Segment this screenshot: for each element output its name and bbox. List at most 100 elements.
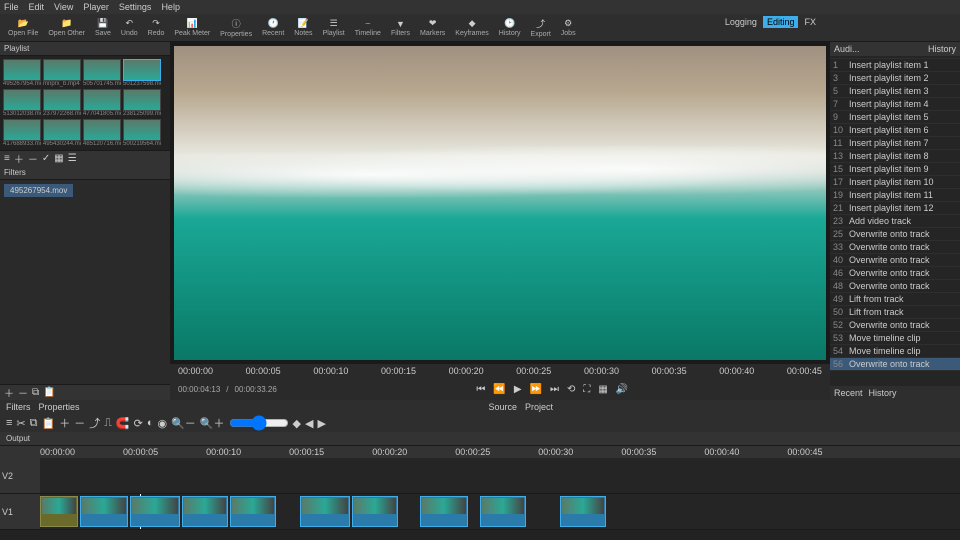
filter-remove-icon[interactable]: － [18,385,28,400]
menu-view[interactable]: View [54,2,73,12]
history-item[interactable]: 7Insert playlist item 4 [830,98,960,111]
track-body-v1[interactable] [40,494,960,529]
toolbar-jobs-button[interactable]: ⚙Jobs [557,17,580,38]
tab-filters[interactable]: Filters [6,402,31,412]
menu-file[interactable]: File [4,2,19,12]
playlist-thumb[interactable]: 501237598.mov [123,59,161,87]
track-header-v1[interactable]: V1 [0,494,40,529]
tl-cut-icon[interactable]: ✂ [16,417,25,430]
menu-settings[interactable]: Settings [119,2,152,12]
toolbar-playlist-button[interactable]: ☰Playlist [319,17,349,38]
playlist-thumb[interactable]: 513012038.mov [3,89,41,117]
tl-remove-icon[interactable]: － [74,415,85,431]
playlist-remove-icon[interactable]: － [28,151,38,166]
toolbar-notes-button[interactable]: 📝Notes [290,17,316,38]
preview-ruler[interactable]: 00:00:0000:00:0500:00:1000:00:1500:00:20… [170,364,830,378]
history-item[interactable]: 1Insert playlist item 1 [830,59,960,72]
timeline-clip[interactable] [480,496,526,527]
volume-icon[interactable]: 🔊 [616,384,628,395]
playlist-thumb[interactable]: mnprx_b.mp4 [43,59,81,87]
play-icon[interactable]: ▶ [514,384,522,395]
tl-copy-icon[interactable]: ⧉ [30,417,38,430]
history-item[interactable]: 52Overwrite onto track [830,319,960,332]
tl-snap-icon[interactable]: 🧲 [116,417,130,430]
skip-start-icon[interactable]: ⏮ [476,384,485,395]
history-item[interactable]: 25Overwrite onto track [830,228,960,241]
filter-add-icon[interactable]: ＋ [4,385,14,400]
playlist-grid-icon[interactable]: ▦ [54,153,63,164]
timeline-clip[interactable] [80,496,128,527]
playlist-thumb[interactable]: 495267954.mov [3,59,41,87]
playlist-thumb[interactable]: 238125099.mov [123,89,161,117]
playlist-thumb[interactable]: 505701745.mov [83,59,121,87]
playlist-thumb[interactable]: 485120716.mov [83,119,121,147]
history-item[interactable]: 3Insert playlist item 2 [830,72,960,85]
menu-player[interactable]: Player [83,2,109,12]
toolbar-open2-button[interactable]: 📁Open Other [44,17,89,38]
history-item[interactable]: 40Overwrite onto track [830,254,960,267]
grid-icon[interactable]: ▦ [598,384,607,395]
timeline-clip[interactable] [420,496,468,527]
toolbar-props-button[interactable]: ⓘProperties [216,16,256,39]
forward-icon[interactable]: ⏩ [530,384,542,395]
tab-history-bottom[interactable]: History [869,388,897,398]
menu-edit[interactable]: Edit [29,2,45,12]
timeline-clip[interactable] [560,496,606,527]
timeline-clip[interactable] [352,496,398,527]
toolbar-keyframes-button[interactable]: ◆Keyframes [451,17,492,38]
rewind-icon[interactable]: ⏪ [493,384,505,395]
tab-history[interactable]: History [924,42,960,56]
tl-zoom-out-icon[interactable]: 🔍－ [171,415,196,431]
history-item[interactable]: 17Insert playlist item 10 [830,176,960,189]
toolbar-save-button[interactable]: 💾Save [91,17,115,38]
timeline-clip[interactable] [130,496,180,527]
toolbar-redo-button[interactable]: ↷Redo [144,17,169,38]
tl-add-icon[interactable]: ＋ [59,415,70,431]
tl-zoom-in-icon[interactable]: 🔍＋ [200,415,225,431]
playlist-list-icon[interactable]: ☰ [68,153,77,164]
timeline-clip[interactable] [230,496,276,527]
tab-fx[interactable]: FX [800,16,820,28]
playlist-add-icon[interactable]: ＋ [14,151,24,166]
timeline-clip[interactable] [300,496,350,527]
playlist-check-icon[interactable]: ✓ [42,153,50,164]
history-item[interactable]: 15Insert playlist item 9 [830,163,960,176]
loop-icon[interactable]: ⟲ [567,384,575,395]
playlist-thumb[interactable]: 500219564.mov [123,119,161,147]
skip-end-icon[interactable]: ⏭ [550,384,559,395]
toolbar-timeline-button[interactable]: ⎯Timeline [351,17,385,38]
tab-editing[interactable]: Editing [763,16,799,28]
tl-split-icon[interactable]: ⎍ [104,417,112,430]
history-item[interactable]: 21Insert playlist item 12 [830,202,960,215]
filter-source-chip[interactable]: 495267954.mov [4,184,73,197]
track-body-v2[interactable] [40,458,960,493]
tab-recent[interactable]: Recent [834,388,863,398]
playlist-thumb[interactable]: 237972268.mov [43,89,81,117]
tab-audio[interactable]: Audi... [830,42,864,56]
history-item[interactable]: 50Lift from track [830,306,960,319]
tl-scrub-icon[interactable]: ⟳ [134,417,143,430]
history-item[interactable]: 53Move timeline clip [830,332,960,345]
history-item[interactable]: 11Insert playlist item 7 [830,137,960,150]
history-item[interactable]: 5Insert playlist item 3 [830,85,960,98]
tab-project[interactable]: Project [525,402,553,412]
toolbar-filters-button[interactable]: ▼Filters [387,18,414,38]
tl-prev-marker-icon[interactable]: ◀ [305,417,313,430]
history-item[interactable]: 23Add video track [830,215,960,228]
playlist-menu-icon[interactable]: ≡ [4,153,10,164]
history-item[interactable]: 9Insert playlist item 5 [830,111,960,124]
timecode-current[interactable]: 00:00:04:13 [178,385,220,394]
history-item[interactable]: 10Insert playlist item 6 [830,124,960,137]
history-item[interactable]: 13Insert playlist item 8 [830,150,960,163]
tl-menu-icon[interactable]: ≡ [6,417,12,429]
history-item[interactable]: 19Insert playlist item 11 [830,189,960,202]
timeline-ruler[interactable]: 00:00:0000:00:0500:00:1000:00:1500:00:20… [0,446,960,458]
filter-copy-icon[interactable]: ⧉ [32,387,39,398]
video-preview[interactable] [174,46,826,360]
tl-ripple-all-icon[interactable]: ◉ [157,417,167,430]
playlist-thumb[interactable]: 495430244.mov [43,119,81,147]
menu-help[interactable]: Help [161,2,180,12]
history-item[interactable]: 48Overwrite onto track [830,280,960,293]
toolbar-export-button[interactable]: ⤴Export [527,16,555,39]
tl-marker-icon[interactable]: ◆ [293,417,301,430]
